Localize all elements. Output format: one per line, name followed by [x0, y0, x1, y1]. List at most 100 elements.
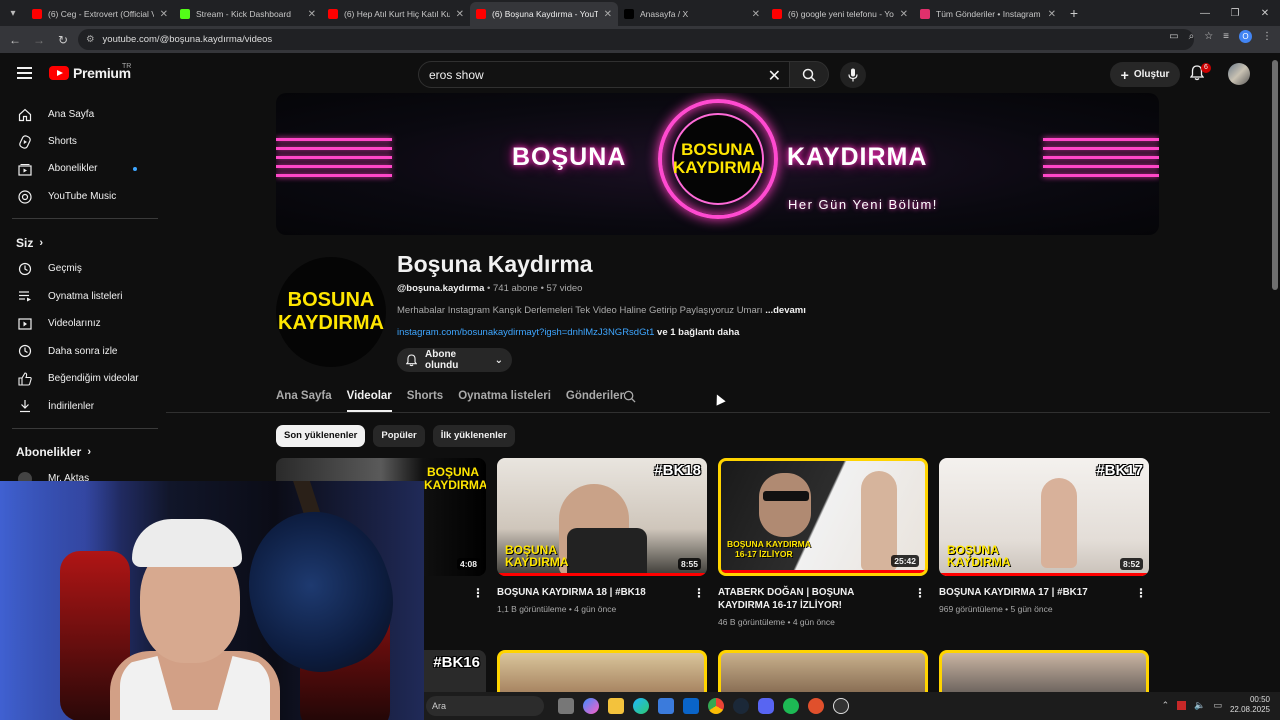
youtube-logo[interactable]: Premium: [49, 65, 131, 81]
media-control-icon[interactable]: ≡: [1223, 31, 1229, 42]
video-thumbnail[interactable]: #BK18 BOŞUNA KAYDIRMA 8:55: [497, 458, 707, 576]
video-more-icon[interactable]: ⋮: [472, 586, 484, 600]
sidebar-item-watch-later[interactable]: Daha sonra izle: [0, 338, 160, 365]
discord-icon[interactable]: [758, 698, 774, 714]
tab-search-icon[interactable]: ▾: [0, 0, 26, 26]
forward-icon[interactable]: →: [30, 33, 48, 47]
browser-tab[interactable]: Anasayfa / X ✕: [618, 2, 766, 26]
sidebar-item-your-videos[interactable]: Videolarınız: [0, 310, 160, 337]
video-card[interactable]: BOŞUNA KAYDIRMA 16-17 İZLİYOR 25:42 ATAB…: [718, 458, 928, 627]
sort-chip[interactable]: İlk yüklenenler: [432, 425, 515, 447]
close-tab-icon[interactable]: ✕: [604, 9, 612, 20]
instagram-link[interactable]: instagram.com/bosunakaydirmayt?igsh=dnhl…: [397, 327, 654, 338]
new-tab-button[interactable]: +: [1062, 5, 1086, 21]
restore-icon[interactable]: ❐: [1220, 8, 1250, 19]
chrome-icon[interactable]: [708, 698, 724, 714]
video-more-icon[interactable]: ⋮: [914, 586, 926, 600]
video-thumbnail[interactable]: #BK17 BOŞUNA KAYDIRMA 8:52: [939, 458, 1149, 576]
close-tab-icon[interactable]: ✕: [752, 9, 760, 20]
close-tab-icon[interactable]: ✕: [900, 9, 908, 20]
close-tab-icon[interactable]: ✕: [308, 9, 316, 20]
browser-tab[interactable]: (6) Hep Atıl Kurt Hiç Katıl Kurt V ✕: [322, 2, 470, 26]
bookmark-star-icon[interactable]: ☆: [1204, 31, 1213, 42]
sidebar-item-history[interactable]: Geçmiş: [0, 255, 160, 282]
channel-avatar[interactable]: BOSUNA KAYDIRMA: [276, 257, 386, 367]
tab-ana-sayfa[interactable]: Ana Sayfa: [276, 384, 332, 412]
video-title[interactable]: ATABERK DOĞAN | BOŞUNA KAYDIRMA 16-17 İZ…: [718, 586, 908, 612]
sidebar-item-youtube-music[interactable]: YouTube Music: [0, 183, 160, 210]
spotify-icon[interactable]: [783, 698, 799, 714]
recording-app-icon[interactable]: [808, 698, 824, 714]
tab-videolar[interactable]: Videolar: [346, 384, 392, 412]
browser-tab[interactable]: Tüm Gönderiler • Instagram ✕: [914, 2, 1062, 26]
sort-chip[interactable]: Popüler: [373, 425, 425, 447]
file-explorer-icon[interactable]: [608, 698, 624, 714]
close-window-icon[interactable]: ✕: [1250, 8, 1280, 19]
browser-tab[interactable]: (6) Ceg - Extrovert (Official Vid ✕: [26, 2, 174, 26]
tab-shorts[interactable]: Shorts: [407, 384, 443, 412]
sidebar-item-download[interactable]: İndirilenler: [0, 393, 160, 420]
network-icon[interactable]: ▭: [1213, 700, 1222, 711]
sidebar-heading-you[interactable]: Siz ›: [16, 236, 43, 250]
minimize-icon[interactable]: —: [1190, 8, 1220, 19]
browser-menu-icon[interactable]: ⋮: [1262, 31, 1272, 42]
more-links-link[interactable]: ve 1 bağlantı daha: [657, 327, 739, 338]
reload-icon[interactable]: ↻: [54, 33, 72, 47]
speaker-icon[interactable]: 🔈: [1194, 700, 1205, 711]
close-tab-icon[interactable]: ✕: [160, 9, 168, 20]
steam-icon[interactable]: [733, 698, 749, 714]
copilot-icon[interactable]: [583, 698, 599, 714]
sidebar-item-home[interactable]: Ana Sayfa: [0, 101, 160, 128]
site-info-icon[interactable]: ⚙: [86, 34, 95, 45]
channel-description[interactable]: Merhabalar Instagram Kanşık Derlemeleri …: [397, 305, 806, 316]
sidebar-item-shorts[interactable]: Shorts: [0, 128, 160, 155]
video-title[interactable]: BOŞUNA KAYDIRMA 18 | #BK18: [497, 586, 687, 599]
search-button[interactable]: [789, 61, 829, 88]
create-button[interactable]: + Oluştur: [1110, 62, 1180, 87]
video-thumbnail[interactable]: [497, 650, 707, 692]
sidebar-item-playlists[interactable]: Oynatma listeleri: [0, 283, 160, 310]
voice-search-button[interactable]: [840, 62, 866, 88]
tab-oynatma-listeleri[interactable]: Oynatma listeleri: [458, 384, 551, 412]
account-avatar[interactable]: [1228, 63, 1250, 85]
menu-icon[interactable]: [17, 67, 32, 79]
video-more-icon[interactable]: ⋮: [693, 586, 705, 600]
cast-icon[interactable]: ▭: [1169, 31, 1178, 42]
store-icon[interactable]: [658, 698, 674, 714]
browser-tab[interactable]: (6) google yeni telefonu - YouT ✕: [766, 2, 914, 26]
subscribed-button[interactable]: Abone olundu ⌄: [397, 348, 512, 372]
zoom-icon[interactable]: ⌕: [1189, 31, 1195, 42]
close-tab-icon[interactable]: ✕: [456, 9, 464, 20]
video-thumbnail[interactable]: [718, 650, 928, 692]
browser-profile-avatar[interactable]: O: [1239, 30, 1252, 43]
back-icon[interactable]: ←: [6, 33, 24, 47]
taskbar-search[interactable]: Ara: [426, 696, 544, 716]
video-duration: 4:08: [456, 558, 480, 570]
close-tab-icon[interactable]: ✕: [1048, 9, 1056, 20]
channel-search-icon[interactable]: [623, 390, 636, 406]
browser-tab[interactable]: (6) Boşuna Kaydırma - YouTube ✕: [470, 2, 618, 26]
sidebar-item-liked[interactable]: Beğendiğim videolar: [0, 365, 160, 392]
video-card[interactable]: #BK17 BOŞUNA KAYDIRMA 8:52 BOŞUNA KAYDIR…: [939, 458, 1149, 614]
tray-overflow-icon[interactable]: ⌃: [1162, 700, 1170, 711]
taskbar-clock[interactable]: 00:50 22.08.2025: [1230, 695, 1270, 715]
browser-tab[interactable]: Stream - Kick Dashboard ✕: [174, 2, 322, 26]
outlook-icon[interactable]: [683, 698, 699, 714]
tab-gönderiler[interactable]: Gönderiler: [566, 384, 624, 412]
obs-icon[interactable]: [833, 698, 849, 714]
video-card[interactable]: #BK18 BOŞUNA KAYDIRMA 8:55 BOŞUNA KAYDIR…: [497, 458, 707, 614]
sidebar-heading-subscriptions[interactable]: Abonelikler ›: [16, 445, 91, 459]
page-scrollbar[interactable]: [1272, 60, 1278, 290]
edge-icon[interactable]: [633, 698, 649, 714]
task-view-icon[interactable]: [558, 698, 574, 714]
clear-search-icon[interactable]: ✕: [768, 66, 781, 86]
video-thumbnail[interactable]: [939, 650, 1149, 692]
description-more-link[interactable]: ...devamı: [765, 305, 806, 316]
video-title[interactable]: BOŞUNA KAYDIRMA 17 | #BK17: [939, 586, 1129, 599]
search-input[interactable]: eros show ✕: [418, 61, 790, 88]
url-field[interactable]: ⚙ youtube.com/@boşuna.kaydırma/videos: [78, 29, 1194, 50]
video-thumbnail[interactable]: BOŞUNA KAYDIRMA 16-17 İZLİYOR 25:42: [718, 458, 928, 576]
tray-app-icon[interactable]: [1177, 700, 1187, 710]
video-more-icon[interactable]: ⋮: [1135, 586, 1147, 600]
sort-chip[interactable]: Son yüklenenler: [276, 425, 366, 447]
